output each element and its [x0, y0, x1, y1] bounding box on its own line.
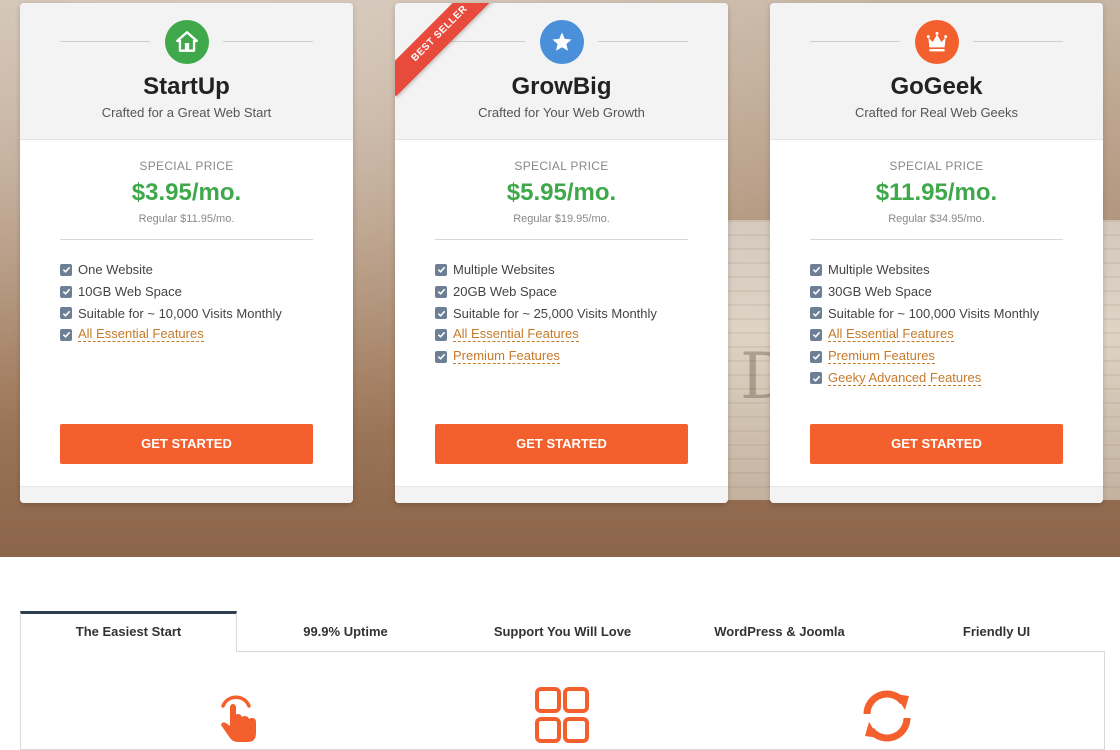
feature-label: 30GB Web Space — [828, 284, 932, 300]
feature-label: Multiple Websites — [828, 262, 930, 278]
feature-item: Suitable for ~ 100,000 Visits Monthly — [810, 302, 1103, 324]
plan-name: GrowBig — [511, 73, 612, 100]
tap-hand-icon — [214, 686, 262, 750]
plan-card-gogeek: GoGeek Crafted for Real Web Geeks SPECIA… — [770, 3, 1103, 503]
feature-item: 30GB Web Space — [810, 281, 1103, 303]
header-divider — [60, 41, 150, 42]
feature-item: All Essential Features — [435, 324, 728, 346]
checkbox-icon — [60, 328, 72, 341]
get-started-button[interactable]: GET STARTED — [810, 424, 1063, 464]
checkbox-icon — [810, 285, 822, 298]
checkbox-icon — [810, 307, 822, 320]
tab-uptime[interactable]: 99.9% Uptime — [237, 611, 454, 652]
special-price-label: SPECIAL PRICE — [889, 159, 984, 173]
tab-bar: The Easiest Start 99.9% Uptime Support Y… — [20, 611, 1105, 652]
header-divider — [223, 41, 313, 42]
grid-apps-icon — [534, 686, 590, 748]
plan-price: $5.95/mo. — [506, 179, 617, 206]
checkbox-icon — [60, 285, 72, 298]
feature-item: All Essential Features — [810, 324, 1103, 346]
tab-support[interactable]: Support You Will Love — [454, 611, 671, 652]
plan-name: StartUp — [143, 73, 230, 100]
get-started-button[interactable]: GET STARTED — [60, 424, 313, 464]
feature-item: Suitable for ~ 10,000 Visits Monthly — [60, 302, 353, 324]
plan-subtitle: Crafted for a Great Web Start — [101, 105, 272, 120]
regular-price: Regular $19.95/mo. — [513, 213, 610, 225]
special-price-label: SPECIAL PRICE — [514, 159, 609, 173]
feature-label: Multiple Websites — [453, 262, 555, 278]
refresh-icon — [859, 686, 915, 750]
checkbox-icon — [810, 328, 822, 341]
special-price-label: SPECIAL PRICE — [139, 159, 234, 173]
checkbox-icon — [435, 285, 447, 298]
feature-item: Premium Features — [435, 346, 728, 368]
card-footer — [770, 486, 1103, 503]
feature-link[interactable]: All Essential Features — [78, 327, 204, 343]
card-footer — [20, 486, 353, 503]
feature-item: Suitable for ~ 25,000 Visits Monthly — [435, 302, 728, 324]
tab-easiest-start[interactable]: The Easiest Start — [20, 611, 237, 652]
feature-item: Premium Features — [810, 346, 1103, 368]
feature-item: All Essential Features — [60, 324, 353, 346]
crown-icon — [914, 20, 959, 64]
plan-header: StartUp Crafted for a Great Web Start — [20, 3, 353, 140]
plan-subtitle: Crafted for Real Web Geeks — [854, 105, 1019, 120]
plan-price: $11.95/mo. — [875, 179, 998, 206]
feature-label: 20GB Web Space — [453, 284, 557, 300]
checkbox-icon — [810, 372, 822, 385]
price-block: SPECIAL PRICE $3.95/mo. Regular $11.95/m… — [20, 140, 353, 225]
checkbox-icon — [435, 328, 447, 341]
plan-card-startup: StartUp Crafted for a Great Web Start SP… — [20, 3, 353, 503]
price-block: SPECIAL PRICE $5.95/mo. Regular $19.95/m… — [395, 140, 728, 225]
feature-list: Multiple Websites 30GB Web Space Suitabl… — [770, 240, 1103, 389]
feature-item: 20GB Web Space — [435, 281, 728, 303]
feature-link[interactable]: Premium Features — [828, 349, 935, 365]
feature-link[interactable]: Geeky Advanced Features — [828, 370, 982, 386]
feature-item: 10GB Web Space — [60, 281, 353, 303]
feature-link[interactable]: All Essential Features — [453, 327, 579, 343]
checkbox-icon — [810, 263, 822, 276]
plan-card-growbig: GrowBig Crafted for Your Web Growth BEST… — [395, 3, 728, 503]
checkbox-icon — [435, 263, 447, 276]
plan-subtitle: Crafted for Your Web Growth — [478, 105, 645, 120]
regular-price: Regular $11.95/mo. — [138, 213, 235, 225]
checkbox-icon — [60, 263, 72, 276]
star-icon — [539, 20, 584, 64]
tab-friendly-ui[interactable]: Friendly UI — [888, 611, 1105, 652]
plan-price: $3.95/mo. — [131, 179, 242, 206]
header-divider — [810, 41, 900, 42]
regular-price: Regular $34.95/mo. — [888, 213, 985, 225]
price-block: SPECIAL PRICE $11.95/mo. Regular $34.95/… — [770, 140, 1103, 225]
feature-item: Multiple Websites — [810, 259, 1103, 281]
feature-list: Multiple Websites 20GB Web Space Suitabl… — [395, 240, 728, 367]
checkbox-icon — [435, 350, 447, 363]
feature-label: Suitable for ~ 10,000 Visits Monthly — [78, 305, 282, 321]
feature-label: Suitable for ~ 25,000 Visits Monthly — [453, 305, 657, 321]
feature-item: Geeky Advanced Features — [810, 367, 1103, 389]
checkbox-icon — [435, 307, 447, 320]
tab-wordpress-joomla[interactable]: WordPress & Joomla — [671, 611, 888, 652]
feature-link[interactable]: Premium Features — [453, 349, 560, 365]
header-divider — [973, 41, 1063, 42]
get-started-button[interactable]: GET STARTED — [435, 424, 688, 464]
checkbox-icon — [810, 350, 822, 363]
home-icon — [164, 20, 209, 64]
checkbox-icon — [60, 307, 72, 320]
header-divider — [598, 41, 688, 42]
feature-list: One Website 10GB Web Space Suitable for … — [20, 240, 353, 346]
feature-item: One Website — [60, 259, 353, 281]
feature-label: Suitable for ~ 100,000 Visits Monthly — [828, 305, 1040, 321]
feature-link[interactable]: All Essential Features — [828, 327, 954, 343]
plan-header: GoGeek Crafted for Real Web Geeks — [770, 3, 1103, 140]
card-footer — [395, 486, 728, 503]
feature-item: Multiple Websites — [435, 259, 728, 281]
plan-name: GoGeek — [890, 73, 983, 100]
feature-label: 10GB Web Space — [78, 284, 182, 300]
feature-label: One Website — [78, 262, 153, 278]
